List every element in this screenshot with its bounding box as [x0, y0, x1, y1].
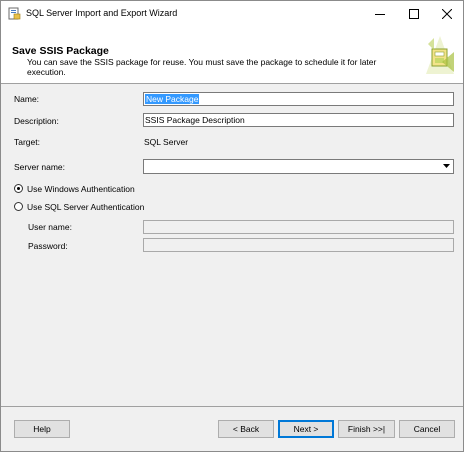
close-icon — [442, 9, 452, 19]
target-value: SQL Server — [144, 137, 189, 147]
description-label: Description: — [14, 116, 59, 126]
package-description-input[interactable]: SSIS Package Description — [143, 113, 454, 127]
sql-auth-label[interactable]: Use SQL Server Authentication — [27, 202, 144, 212]
page-description: You can save the SSIS package for reuse.… — [27, 57, 377, 77]
page-title: Save SSIS Package — [12, 45, 109, 57]
finish-button[interactable]: Finish >>| — [338, 420, 395, 438]
package-name-input[interactable]: New Package — [143, 92, 454, 106]
name-label: Name: — [14, 94, 40, 104]
minimize-icon — [375, 14, 385, 15]
next-button[interactable]: Next > — [278, 420, 334, 438]
dropdown-arrow-button[interactable] — [441, 161, 452, 171]
maximize-button[interactable] — [398, 1, 430, 27]
username-input[interactable] — [143, 220, 454, 234]
windows-auth-label[interactable]: Use Windows Authentication — [27, 184, 135, 194]
close-button[interactable] — [431, 1, 463, 27]
help-button[interactable]: Help — [14, 420, 70, 438]
username-label: User name: — [28, 222, 72, 232]
server-name-dropdown[interactable] — [143, 159, 454, 174]
title-bar: SQL Server Import and Export Wizard — [1, 1, 463, 27]
maximize-icon — [409, 9, 419, 19]
windows-auth-radio[interactable] — [14, 184, 23, 193]
password-input[interactable] — [143, 238, 454, 252]
cancel-button[interactable]: Cancel — [399, 420, 455, 438]
server-name-label: Server name: — [14, 162, 66, 172]
sql-auth-radio[interactable] — [14, 202, 23, 211]
minimize-button[interactable] — [364, 1, 396, 27]
footer-divider — [1, 406, 463, 407]
wizard-graphic-icon — [420, 32, 460, 78]
back-button[interactable]: < Back — [218, 420, 274, 438]
package-name-value: New Package — [145, 94, 200, 104]
page-header: Save SSIS Package You can save the SSIS … — [1, 27, 463, 84]
chevron-down-icon — [443, 164, 450, 168]
window-title: SQL Server Import and Export Wizard — [26, 8, 178, 18]
target-label: Target: — [14, 137, 40, 147]
wizard-window: SQL Server Import and Export Wizard Save… — [0, 0, 464, 452]
password-label: Password: — [28, 241, 68, 251]
wizard-app-icon — [8, 7, 21, 20]
